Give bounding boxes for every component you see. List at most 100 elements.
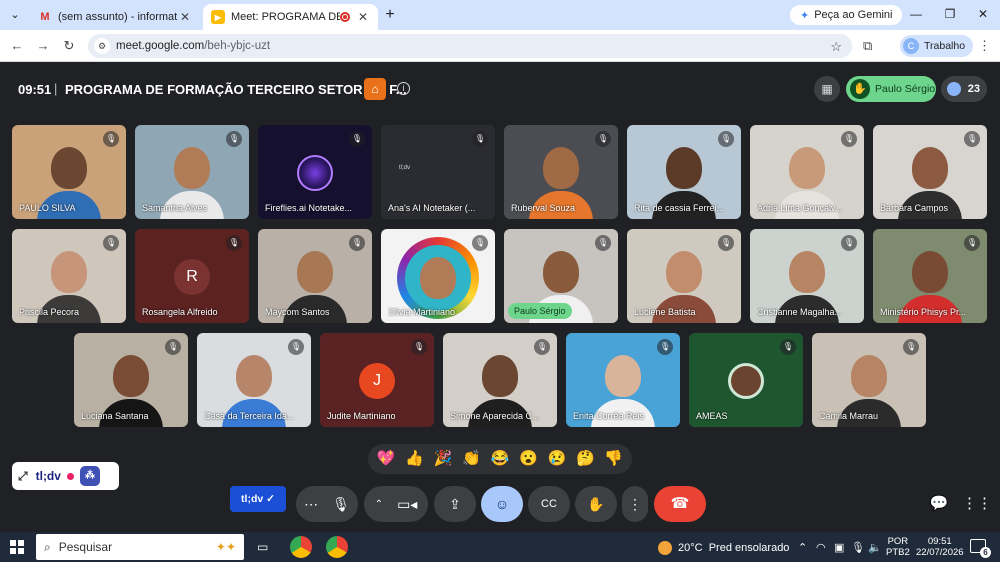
microphone-icon[interactable]: 🎙: [332, 496, 350, 513]
site-info-icon[interactable]: ⚙: [94, 38, 110, 54]
reaction-emoji-button[interactable]: 🤔: [576, 444, 595, 474]
mic-off-icon: 🎙: [288, 339, 304, 355]
microphone-tray-icon[interactable]: 🎙: [851, 541, 865, 554]
chrome-menu-icon[interactable]: ⋮: [978, 38, 991, 54]
language-indicator[interactable]: POR PTB2: [886, 536, 910, 558]
screen: ⌄ M (sem assunto) - informaticanap ✕ ▶ M…: [0, 0, 1000, 562]
participant-tile[interactable]: 🎙 PAULO SILVA: [12, 125, 126, 219]
windows-start-icon[interactable]: [10, 540, 24, 554]
captions-button[interactable]: CC: [528, 486, 570, 522]
mic-off-icon: 🎙: [657, 339, 673, 355]
tab-search-icon[interactable]: ⌄: [6, 6, 24, 24]
tldv-widget[interactable]: ⤢ tl;dv ⁂: [12, 462, 119, 490]
participant-tile[interactable]: 🎙 Luciana Santana: [74, 333, 188, 427]
participant-tile[interactable]: 🎙 Luciene Batista: [627, 229, 741, 323]
tab-meet[interactable]: ▶ Meet: PROGRAMA DE FORM ✕: [203, 4, 378, 30]
chevron-up-icon[interactable]: ⌃: [375, 499, 383, 510]
reload-icon[interactable]: ↻: [61, 38, 77, 54]
participant-tile[interactable]: 🎙 Olivia Martiniano: [381, 229, 495, 323]
network-icon[interactable]: ◠: [816, 541, 826, 554]
participant-tile[interactable]: 🎙 Cristianne Magalha...: [750, 229, 864, 323]
participant-tile[interactable]: 🎙 Priscila Pecora: [12, 229, 126, 323]
captions-off-icon[interactable]: ▦: [814, 76, 840, 102]
participant-tile[interactable]: 🎙 Camila Marrau: [812, 333, 926, 427]
participant-tile[interactable]: 🎙 Samantha Alves: [135, 125, 249, 219]
bookmark-star-icon[interactable]: ☆: [830, 39, 842, 55]
meeting-info-icon[interactable]: i: [397, 82, 410, 95]
address-bar[interactable]: ⚙ meet.google.com/beh-ybjc-uzt ☆: [88, 34, 852, 58]
raised-hand-indicator[interactable]: ✋ Paulo Sérgio: [846, 76, 936, 102]
weather-widget[interactable]: 20°C Pred ensolarado: [658, 541, 789, 555]
mic-off-icon: 🎙: [903, 339, 919, 355]
chat-icon[interactable]: 💬: [928, 494, 950, 514]
profile-label: Trabalho: [924, 40, 966, 52]
window-close-icon[interactable]: ✕: [975, 7, 991, 21]
raise-hand-button[interactable]: ✋: [575, 486, 617, 522]
minimize-icon[interactable]: —: [908, 7, 924, 21]
participant-tile[interactable]: 🎙 Maycom Santos: [258, 229, 372, 323]
back-icon[interactable]: ←: [9, 38, 25, 54]
task-view-icon[interactable]: ▭: [257, 540, 268, 554]
extensions-icon[interactable]: ⧉: [863, 38, 872, 54]
close-tab-icon[interactable]: ✕: [178, 10, 192, 24]
close-tab-icon[interactable]: ✕: [356, 10, 370, 24]
participant-face: [605, 355, 641, 397]
forward-icon[interactable]: →: [35, 38, 51, 54]
reaction-emoji-button[interactable]: 😂: [491, 444, 510, 474]
people-icon: [947, 82, 961, 96]
participant-tile[interactable]: 🎙 Simone Aparecida C...: [443, 333, 557, 427]
profile-button[interactable]: C Trabalho: [900, 35, 974, 57]
reaction-emoji-button[interactable]: 👏: [462, 444, 481, 474]
participant-tile[interactable]: 🎙 Adria Lima Gonçalv...: [750, 125, 864, 219]
reaction-emoji-button[interactable]: 😢: [548, 444, 567, 474]
participant-tile[interactable]: 🎙 Enita Corrêa Reis: [566, 333, 680, 427]
chevron-up-icon[interactable]: ⌃: [798, 541, 807, 554]
activities-icon[interactable]: ⋮⋮: [962, 494, 992, 514]
clock-time: 09:51: [927, 536, 952, 547]
reaction-emoji-button[interactable]: 👎: [604, 444, 623, 474]
camera-group: ⌃ ▭◂: [364, 486, 428, 522]
present-icon: ⇪: [449, 495, 461, 512]
camera-icon[interactable]: ▭◂: [397, 496, 417, 513]
expand-icon[interactable]: ⤢: [18, 469, 28, 484]
tldv-record-button[interactable]: tl;dv ✓: [230, 486, 286, 512]
clock[interactable]: 09:51 22/07/2026: [916, 536, 964, 558]
participant-name: Casa da Terceira Ida...: [204, 411, 295, 421]
reaction-emoji-button[interactable]: 😮: [519, 444, 538, 474]
more-audio-options-icon[interactable]: ⋯: [304, 496, 318, 513]
participant-tile[interactable]: 🎙 Casa da Terceira Ida...: [197, 333, 311, 427]
tab-gmail[interactable]: M (sem assunto) - informaticanap ✕: [30, 4, 200, 30]
gemini-button[interactable]: ✦ Peça ao Gemini: [790, 5, 903, 25]
participant-tile[interactable]: 🎙 Ruberval Souza: [504, 125, 618, 219]
search-placeholder: Pesquisar: [58, 540, 113, 554]
participant-tile[interactable]: 🎙 Rita de cassia Ferrei...: [627, 125, 741, 219]
new-tab-button[interactable]: +: [381, 6, 399, 24]
reaction-emoji-button[interactable]: 🎉: [434, 444, 453, 474]
present-screen-button[interactable]: ⇪: [434, 486, 476, 522]
reaction-emoji-button[interactable]: 👍: [405, 444, 424, 474]
camera-tray-icon[interactable]: ▣: [834, 541, 844, 554]
restore-icon[interactable]: ❐: [942, 7, 958, 21]
participant-tile[interactable]: J 🎙 Judite Martiniano: [320, 333, 434, 427]
language-code: POR: [887, 536, 909, 547]
reactions-button[interactable]: ☺: [481, 486, 523, 522]
taskbar-search[interactable]: ⌕ Pesquisar ✦✦: [36, 534, 244, 560]
assistant-icon[interactable]: ⁂: [79, 466, 100, 486]
chrome-app-icon-2[interactable]: [326, 536, 348, 558]
participants-button[interactable]: 23: [941, 76, 987, 102]
notifications-icon[interactable]: 6: [970, 539, 991, 558]
host-controls-icon[interactable]: ⌂: [364, 78, 386, 100]
participant-tile[interactable]: 🎙 Paulo Sérgio: [504, 229, 618, 323]
reaction-emoji-button[interactable]: 💖: [377, 444, 396, 474]
participant-tile[interactable]: R 🎙 Rosangela Alfreido: [135, 229, 249, 323]
participant-tile[interactable]: 🎙 Barbara Campos: [873, 125, 987, 219]
leave-call-button[interactable]: ☎: [654, 486, 706, 522]
participant-tile[interactable]: 🎙 Ministério Phisys Pr...: [873, 229, 987, 323]
more-options-button[interactable]: ⋮: [622, 486, 648, 522]
participant-tile[interactable]: tl;dv 🎙 Ana's AI Notetaker (...: [381, 125, 495, 219]
reactions-bar: 💖 👍 🎉 👏 😂 😮 😢 🤔 👎: [368, 444, 632, 474]
volume-icon[interactable]: 🔈: [868, 541, 882, 554]
participant-tile[interactable]: 🎙 Fireflies.ai Notetake...: [258, 125, 372, 219]
participant-tile[interactable]: 🎙 AMEAS: [689, 333, 803, 427]
chrome-app-icon[interactable]: [290, 536, 312, 558]
